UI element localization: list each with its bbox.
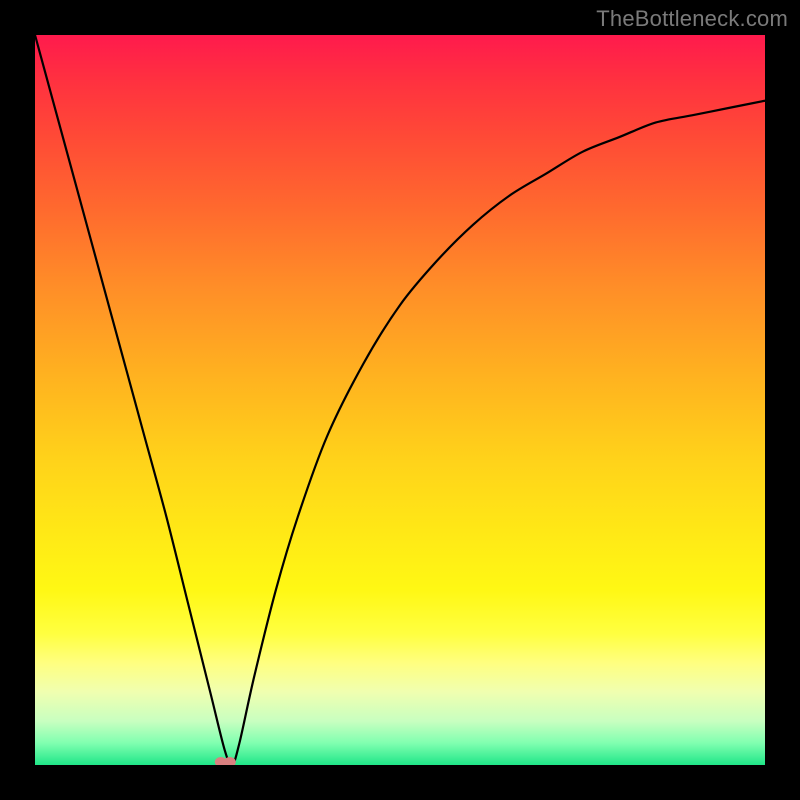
chart-frame: TheBottleneck.com [0,0,800,800]
minimum-marker [215,757,236,765]
bottleneck-curve-svg [35,35,765,765]
bottleneck-curve-path [35,35,765,765]
plot-area [35,35,765,765]
watermark-text: TheBottleneck.com [596,6,788,32]
